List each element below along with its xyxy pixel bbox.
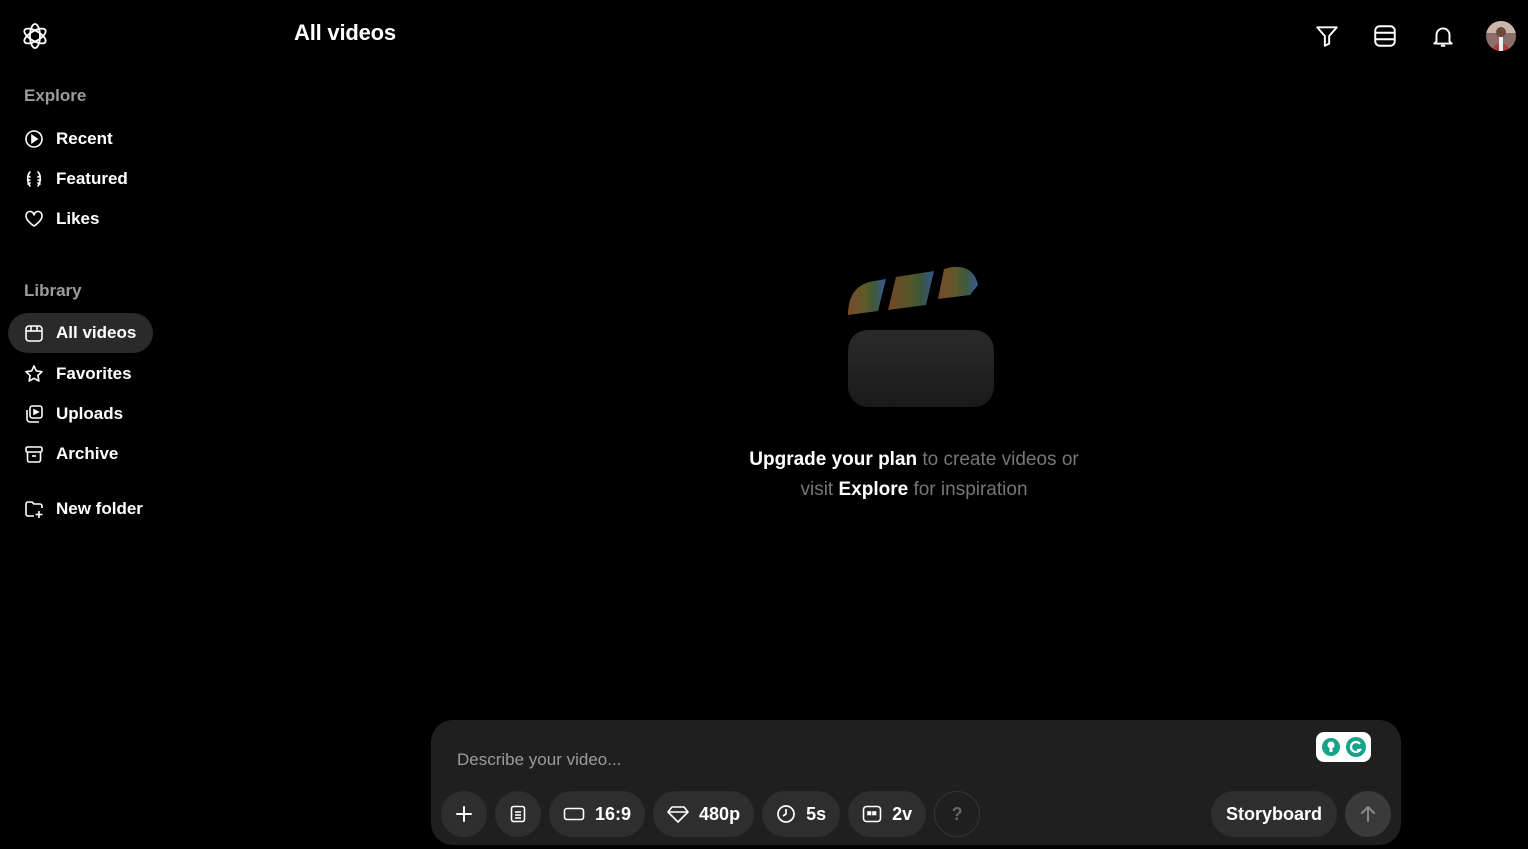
sidebar-item-label: Featured (56, 169, 128, 188)
sidebar-item-label: Recent (56, 129, 113, 148)
aspect-ratio-button[interactable]: 16:9 (549, 791, 646, 837)
sidebar-item-label: Archive (56, 444, 119, 463)
top-actions (1312, 18, 1516, 54)
diamond-icon (667, 806, 689, 823)
page-title: All videos (294, 20, 396, 45)
heart-icon (24, 209, 44, 229)
prompt-input[interactable] (455, 744, 1279, 776)
prompt-composer: 16:9 480p 5s 2v ? Storyboard (431, 720, 1401, 845)
calendar-icon (24, 323, 44, 343)
sidebar-item-likes[interactable]: Likes (8, 199, 153, 239)
sidebar-item-label: Favorites (56, 364, 132, 383)
aspect-ratio-icon (563, 807, 585, 821)
question-icon: ? (951, 803, 963, 824)
document-icon (510, 805, 526, 823)
upload-stack-icon (24, 404, 44, 424)
composer-right-tools: Storyboard (1210, 791, 1391, 837)
upgrade-message: Upgrade your plan to create videos or vi… (749, 449, 1079, 500)
avatar[interactable] (1486, 21, 1516, 51)
help-button[interactable]: ? (934, 791, 981, 837)
sidebar-item-label: Uploads (56, 404, 124, 423)
sidebar-item-label: Likes (56, 209, 100, 228)
star-icon (24, 364, 44, 384)
library-section-label: Library (24, 281, 82, 300)
laurel-icon (24, 169, 44, 189)
add-media-button[interactable] (441, 791, 487, 837)
new-folder-label: New folder (56, 499, 143, 518)
submit-button[interactable] (1345, 791, 1391, 837)
resolution-button[interactable]: 480p (653, 791, 755, 837)
sidebar-item-favorites[interactable]: Favorites (8, 354, 153, 394)
storyboard-button[interactable]: Storyboard (1210, 791, 1337, 837)
duration-button[interactable]: 5s (762, 791, 841, 837)
explore-link[interactable]: Explore (838, 479, 908, 500)
sidebar-item-all-videos[interactable]: All videos (8, 313, 153, 353)
arrow-up-icon (1361, 806, 1375, 822)
archive-icon (24, 444, 44, 464)
clapperboard-icon (834, 255, 994, 415)
upgrade-plan-link[interactable]: Upgrade your plan (749, 449, 917, 470)
filter-icon[interactable] (1312, 18, 1342, 54)
sidebar-item-uploads[interactable]: Uploads (8, 394, 153, 434)
folder-plus-icon (24, 499, 44, 519)
explore-section-label: Explore (24, 86, 87, 105)
sidebar-item-archive[interactable]: Archive (8, 434, 153, 474)
sidebar-item-recent[interactable]: Recent (8, 119, 153, 159)
bell-icon[interactable] (1428, 18, 1458, 54)
play-circle-icon (24, 129, 44, 149)
layout-list-icon[interactable] (1370, 18, 1400, 54)
openai-logo-icon[interactable] (19, 20, 51, 52)
variations-icon (862, 805, 882, 823)
empty-state: Upgrade your plan to create videos or vi… (700, 255, 1128, 505)
plus-icon (456, 806, 472, 822)
sidebar-item-featured[interactable]: Featured (8, 159, 153, 199)
variations-button[interactable]: 2v (848, 791, 927, 837)
presets-button[interactable] (495, 791, 541, 837)
clock-icon (777, 805, 795, 823)
sidebar-item-label: All videos (56, 323, 137, 342)
new-folder-button[interactable]: New folder (8, 489, 153, 529)
grammarly-icon[interactable] (1316, 732, 1371, 762)
composer-toolbar: 16:9 480p 5s 2v ? (441, 791, 981, 837)
